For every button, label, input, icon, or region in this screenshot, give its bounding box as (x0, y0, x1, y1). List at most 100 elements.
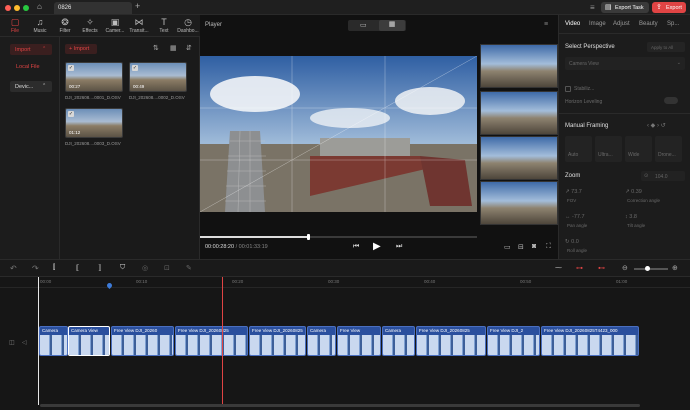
reticle-icon[interactable]: ⊟ (518, 243, 524, 251)
pan-param[interactable]: ↔ -77.7 (565, 214, 585, 220)
zoom-input[interactable]: ⊙ 104.0 (641, 171, 685, 181)
perspective-preview[interactable] (480, 136, 558, 180)
timeline-clip[interactable]: Camera (307, 326, 336, 356)
next-frame-icon[interactable]: ⏭ (396, 243, 402, 251)
trim-left-icon[interactable]: ⟦ (76, 264, 79, 272)
aspect-ratio-icon[interactable]: ▭ (504, 243, 511, 251)
grid-view-icon[interactable]: ▦ (170, 44, 177, 52)
playhead[interactable] (222, 277, 223, 405)
tab-adjust[interactable]: Adjust (613, 21, 630, 27)
menu-icon[interactable]: ≡ (590, 3, 595, 12)
timeline-scrollbar[interactable] (40, 404, 640, 407)
media-thumbnail[interactable]: ✓ 00:49 (129, 62, 187, 92)
roll-param[interactable]: ↻ 0.0 (565, 239, 579, 245)
play-icon[interactable]: ▶ (373, 241, 381, 252)
fov-param[interactable]: ↗ 73.7 (565, 189, 582, 195)
tab-beauty[interactable]: Beauty (639, 21, 658, 27)
tool-camera[interactable]: ▣ Camer... (103, 15, 127, 37)
stabilize-checkbox[interactable] (565, 86, 571, 92)
framing-mode-ultra[interactable]: Ultra... (595, 136, 622, 162)
trim-right-icon[interactable]: ⟧ (98, 264, 101, 272)
close-window-button[interactable] (5, 4, 11, 11)
new-tab-icon[interactable]: + (135, 1, 140, 11)
crop-icon[interactable]: ⊡ (164, 264, 170, 272)
checkbox-icon[interactable]: ✓ (132, 65, 138, 71)
sort-icon[interactable]: ⇅ (153, 44, 159, 52)
timeline[interactable]: 00:00 00:10 00:20 00:30 00:40 00:50 01:0… (0, 277, 690, 410)
correction-param[interactable]: ↗ 0.39 (625, 189, 642, 195)
single-view-icon[interactable]: ▭ (360, 21, 367, 29)
marker-icon[interactable]: ⛉ (120, 264, 125, 272)
link-icon[interactable]: ⊷ (598, 264, 605, 272)
zoom-in-icon[interactable]: ⊕ (672, 264, 678, 272)
timeline-clip-selected[interactable]: Camera View (68, 326, 110, 356)
track-mute-icon[interactable]: ◁ (22, 339, 27, 346)
apply-to-all-button[interactable]: Apply to All (647, 42, 685, 52)
horizon-toggle[interactable] (664, 97, 678, 104)
tab-image[interactable]: Image (589, 21, 606, 27)
snap-icon[interactable]: ⊶ (576, 264, 583, 272)
framing-mode-auto[interactable]: Auto (565, 136, 592, 162)
tool-effects[interactable]: ✧ Effects (78, 15, 102, 37)
timeline-clip[interactable]: Free View DJI_20260 (111, 326, 174, 356)
clip-label: Free View (340, 328, 361, 333)
media-thumbnail[interactable]: ✓ 00:27 (65, 62, 123, 92)
split-icon[interactable]: ⫿ (53, 264, 55, 272)
snapshot-icon[interactable]: ◙ (532, 243, 536, 250)
timeline-zoom-slider[interactable] (634, 268, 668, 270)
tab-speed[interactable]: Sp... (667, 21, 679, 27)
speed-icon[interactable]: ◎ (142, 264, 148, 272)
undo-icon[interactable]: ↶ (10, 264, 17, 273)
tab-video[interactable]: Video (565, 21, 580, 27)
timeline-clip[interactable]: Camera (382, 326, 415, 356)
framing-mode-drone[interactable]: Drone... (655, 136, 682, 162)
tool-transition[interactable]: ⋈ Transit... (127, 15, 151, 37)
minimize-window-button[interactable] (14, 4, 20, 11)
tool-file[interactable]: ▢ File (3, 15, 27, 37)
timeline-zoom-handle[interactable] (645, 266, 650, 271)
audio-wave-icon[interactable]: ⁓ (555, 264, 562, 272)
import-nav-item[interactable]: Import ⌃ (10, 44, 52, 55)
tool-text[interactable]: T Text (152, 15, 176, 37)
zoom-window-button[interactable] (23, 4, 29, 11)
timeline-clip[interactable]: Free View DJI_20260825 (416, 326, 486, 356)
timeline-clip[interactable]: Free View DJI_20260825T4423_000 (541, 326, 639, 356)
framing-mode-wide[interactable]: Wide (625, 136, 652, 162)
export-button[interactable]: ⇪ Export (652, 2, 686, 13)
export-task-button[interactable]: ▤ Export Task (601, 2, 649, 13)
timeline-clip[interactable]: Free View DJI_20260825 (175, 326, 248, 356)
media-thumbnail[interactable]: ✓ 01:12 (65, 108, 123, 138)
device-nav-item[interactable]: Devic... ⌃ (10, 81, 52, 92)
previous-frame-icon[interactable]: ⏮ (353, 243, 359, 251)
perspective-preview[interactable] (480, 91, 558, 135)
tilt-param[interactable]: ↕ 3.8 (625, 214, 637, 220)
tool-filter[interactable]: ❂ Filter (53, 15, 77, 37)
import-button[interactable]: + Import (65, 44, 97, 54)
tool-music[interactable]: ♫ Music (28, 15, 52, 37)
local-file-nav-item[interactable]: Local File (16, 64, 40, 70)
tool-dashboard[interactable]: ◷ Dashbo... (176, 15, 200, 37)
checkbox-icon[interactable]: ✓ (68, 65, 74, 71)
player-menu-icon[interactable]: ≡ (544, 21, 548, 28)
playback-handle[interactable] (307, 234, 310, 240)
perspective-preview[interactable] (480, 181, 558, 225)
framing-nav-icons[interactable]: ‹ ◆ › ↺ (647, 122, 666, 129)
timeline-clip[interactable]: Free View (337, 326, 381, 356)
timeline-clip[interactable]: Free View DJI_20260825 (249, 326, 306, 356)
filter-list-icon[interactable]: ⇵ (186, 44, 192, 52)
timeline-clip[interactable]: Camera (39, 326, 68, 356)
edit-icon[interactable]: ✎ (186, 264, 192, 272)
redo-icon[interactable]: ↷ (32, 264, 39, 273)
timeline-ruler[interactable]: 00:00 00:10 00:20 00:30 00:40 00:50 01:0… (0, 277, 690, 288)
checkbox-icon[interactable]: ✓ (68, 111, 74, 117)
video-preview[interactable] (200, 56, 477, 212)
fullscreen-icon[interactable]: ⛶ (546, 243, 551, 251)
project-tab[interactable]: 0826 (54, 2, 132, 14)
track-visibility-icon[interactable]: ◫ (9, 339, 15, 346)
zoom-out-icon[interactable]: ⊖ (622, 264, 628, 272)
home-icon[interactable]: ⌂ (37, 2, 42, 11)
perspective-preview[interactable] (480, 44, 558, 88)
timeline-clip[interactable]: Free View DJI_2 (487, 326, 540, 356)
multi-view-icon[interactable]: ▦ (379, 20, 405, 31)
perspective-select[interactable]: Camera View ⌄ (565, 57, 685, 70)
